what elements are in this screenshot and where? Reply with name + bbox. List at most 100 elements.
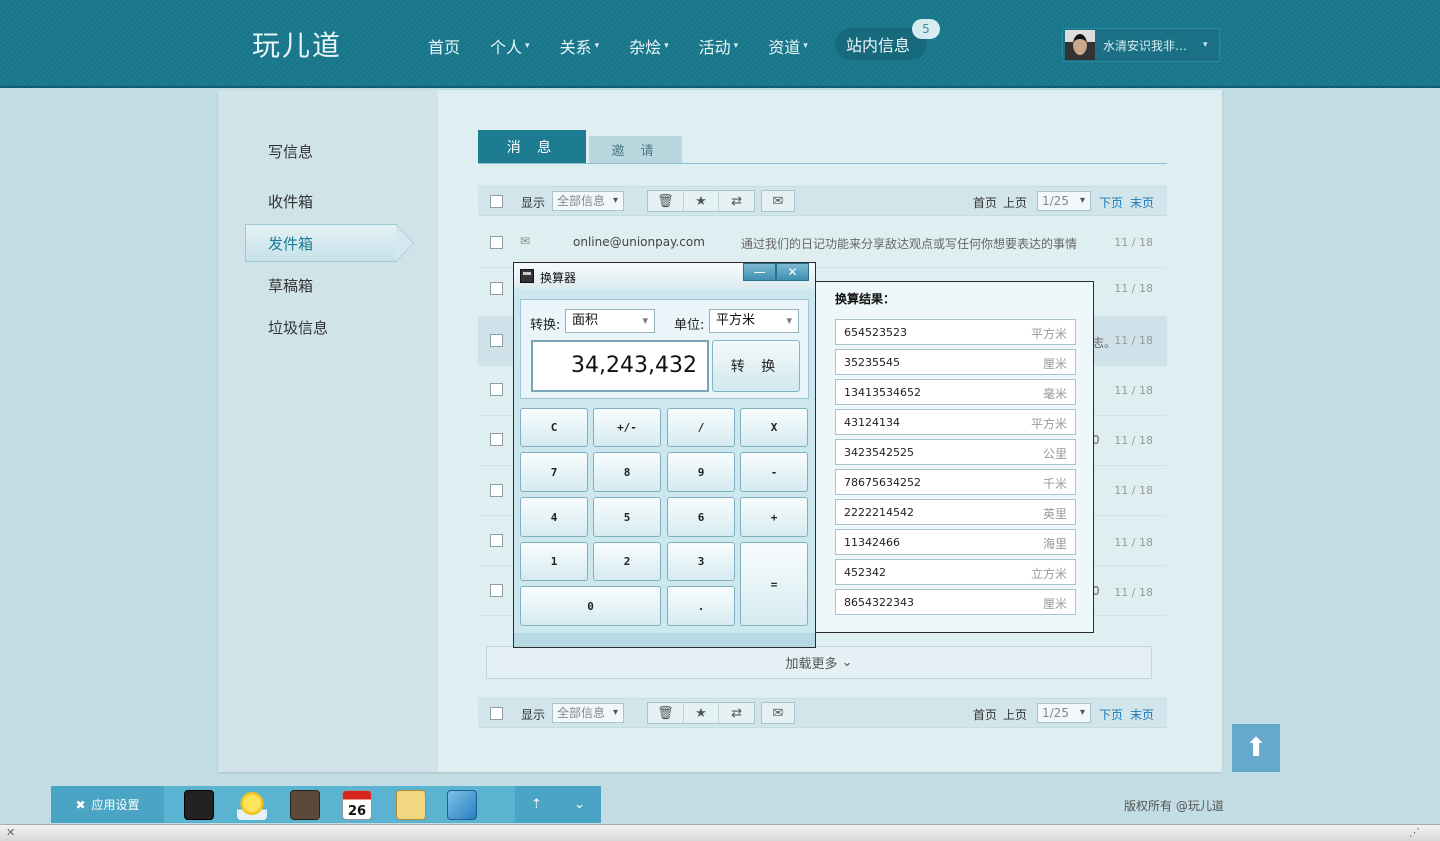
result-row: 654523523 平方米 <box>835 319 1076 345</box>
key-minus[interactable]: - <box>740 452 808 492</box>
nav-resources[interactable]: 资道 ▾ <box>768 34 808 58</box>
nav-misc[interactable]: 杂烩 ▾ <box>629 34 669 58</box>
row-checkbox[interactable] <box>490 236 503 249</box>
row-checkbox[interactable] <box>490 433 503 446</box>
window-controls: — ✕ <box>743 263 809 281</box>
minimize-icon[interactable]: — <box>743 263 776 281</box>
table-row[interactable]: ✉ online@unionpay.com 通过我们的日记功能来分享敌达观点或写… <box>478 218 1167 268</box>
convert-button[interactable]: 转 换 <box>712 340 800 392</box>
sidebar-item-inbox[interactable]: 收件箱 <box>268 191 313 212</box>
nav-relations[interactable]: 关系 ▾ <box>560 34 600 58</box>
row-checkbox[interactable] <box>490 383 503 396</box>
key-9[interactable]: 9 <box>667 452 735 492</box>
nav-home[interactable]: 首页 <box>428 34 460 58</box>
window-titlebar[interactable]: 换算器 — ✕ <box>514 263 815 289</box>
nav-home-label: 首页 <box>428 38 461 57</box>
unit-select[interactable]: 平方米 <box>709 309 799 333</box>
select-all-checkbox[interactable] <box>490 707 503 720</box>
refresh-icon[interactable]: ⇄ <box>719 191 754 211</box>
result-unit: 平方米 <box>1030 417 1067 431</box>
row-date: 11 / 18 <box>1114 536 1153 549</box>
copyright: 版权所有 @玩儿道 <box>1124 799 1224 813</box>
row-checkbox[interactable] <box>490 282 503 295</box>
key-plus[interactable]: + <box>740 497 808 537</box>
sidebar-item-drafts[interactable]: 草稿箱 <box>268 275 313 296</box>
key-4[interactable]: 4 <box>520 497 588 537</box>
result-unit: 立方米 <box>1030 567 1067 581</box>
load-more-button[interactable]: 加载更多 ⌄ <box>486 646 1152 679</box>
app-settings-button[interactable]: ✖ 应用设置 <box>51 786 164 823</box>
result-row: 11342466 海里 <box>835 529 1076 555</box>
key-decimal[interactable]: . <box>667 586 735 626</box>
next-page-link[interactable]: 下页 <box>1099 194 1123 211</box>
key-8[interactable]: 8 <box>593 452 661 492</box>
key-multiply[interactable]: X <box>740 408 808 447</box>
trash-icon[interactable]: 🗑 <box>648 703 684 723</box>
nav-resources-label: 资道 <box>768 38 801 57</box>
back-to-top-button[interactable]: ⬆ <box>1232 724 1280 772</box>
star-icon[interactable]: ★ <box>684 703 720 723</box>
chevron-down-icon: ▾ <box>1203 40 1208 50</box>
notes-app-icon[interactable] <box>396 790 426 820</box>
first-page-link[interactable]: 首页 <box>973 706 997 723</box>
calculator-display[interactable]: 34,243,432 <box>531 340 709 392</box>
prev-page-link[interactable]: 上页 <box>1003 194 1027 211</box>
page-select[interactable]: 1/25 <box>1037 703 1091 723</box>
filter-select[interactable]: 全部信息 <box>552 191 624 211</box>
tab-invites[interactable]: 邀 请 <box>589 136 682 163</box>
key-3[interactable]: 3 <box>667 542 735 581</box>
result-value: 8654322343 <box>844 596 914 609</box>
calendar-app-icon[interactable]: 26 <box>342 790 372 820</box>
sidebar-item-spam[interactable]: 垃圾信息 <box>268 317 328 338</box>
calculator-app-icon[interactable] <box>184 790 214 820</box>
pin-top-icon[interactable]: ⇡ <box>531 797 542 812</box>
mail-icon[interactable]: ✉ <box>761 190 795 212</box>
chevron-down-icon[interactable]: ⌄ <box>574 797 585 812</box>
page-select[interactable]: 1/25 <box>1037 191 1091 211</box>
window-title: 换算器 <box>540 271 577 285</box>
last-page-link[interactable]: 末页 <box>1130 706 1154 723</box>
row-checkbox[interactable] <box>490 584 503 597</box>
convert-type-select[interactable]: 面积 <box>565 309 655 333</box>
key-5[interactable]: 5 <box>593 497 661 537</box>
key-clear[interactable]: C <box>520 408 588 447</box>
trash-icon[interactable]: 🗑 <box>648 191 684 211</box>
row-checkbox[interactable] <box>490 534 503 547</box>
nav-misc-label: 杂烩 <box>629 38 662 57</box>
key-6[interactable]: 6 <box>667 497 735 537</box>
prev-page-link[interactable]: 上页 <box>1003 706 1027 723</box>
select-all-checkbox[interactable] <box>490 195 503 208</box>
star-icon[interactable]: ★ <box>684 191 720 211</box>
close-icon[interactable]: ✕ <box>776 263 809 281</box>
message-count-badge: 5 <box>912 19 940 39</box>
list-toolbar-top: 显示 全部信息 🗑 ★ ⇄ ✉ 首页 上页 1/25 下页 末页 <box>478 186 1167 216</box>
sidebar-item-compose[interactable]: 写信息 <box>268 141 313 162</box>
result-value: 35235545 <box>844 356 900 369</box>
mail-icon[interactable]: ✉ <box>761 702 795 724</box>
key-equals[interactable]: = <box>740 542 808 626</box>
grid-app-icon[interactable] <box>290 790 320 820</box>
tab-messages[interactable]: 消 息 <box>478 130 586 163</box>
row-checkbox[interactable] <box>490 484 503 497</box>
next-page-link[interactable]: 下页 <box>1099 706 1123 723</box>
key-0[interactable]: 0 <box>520 586 661 626</box>
last-page-link[interactable]: 末页 <box>1130 194 1154 211</box>
photos-app-icon[interactable] <box>447 790 477 820</box>
row-checkbox[interactable] <box>490 334 503 347</box>
sidebar-item-sent[interactable]: 发件箱 <box>245 224 415 262</box>
key-divide[interactable]: / <box>667 408 735 447</box>
result-row: 8654322343 厘米 <box>835 589 1076 615</box>
key-7[interactable]: 7 <box>520 452 588 492</box>
refresh-icon[interactable]: ⇄ <box>719 703 754 723</box>
key-negate[interactable]: +/- <box>593 408 661 447</box>
nav-activities[interactable]: 活动 ▾ <box>699 34 739 58</box>
user-menu[interactable]: 水清安识我非… ▾ <box>1062 28 1220 62</box>
weather-app-icon[interactable] <box>237 790 267 820</box>
key-2[interactable]: 2 <box>593 542 661 581</box>
first-page-link[interactable]: 首页 <box>973 194 997 211</box>
nav-personal[interactable]: 个人 ▾ <box>490 34 530 58</box>
close-icon[interactable]: ✕ <box>6 826 15 839</box>
site-logo[interactable]: 玩儿道 <box>252 24 342 64</box>
key-1[interactable]: 1 <box>520 542 588 581</box>
filter-select[interactable]: 全部信息 <box>552 703 624 723</box>
